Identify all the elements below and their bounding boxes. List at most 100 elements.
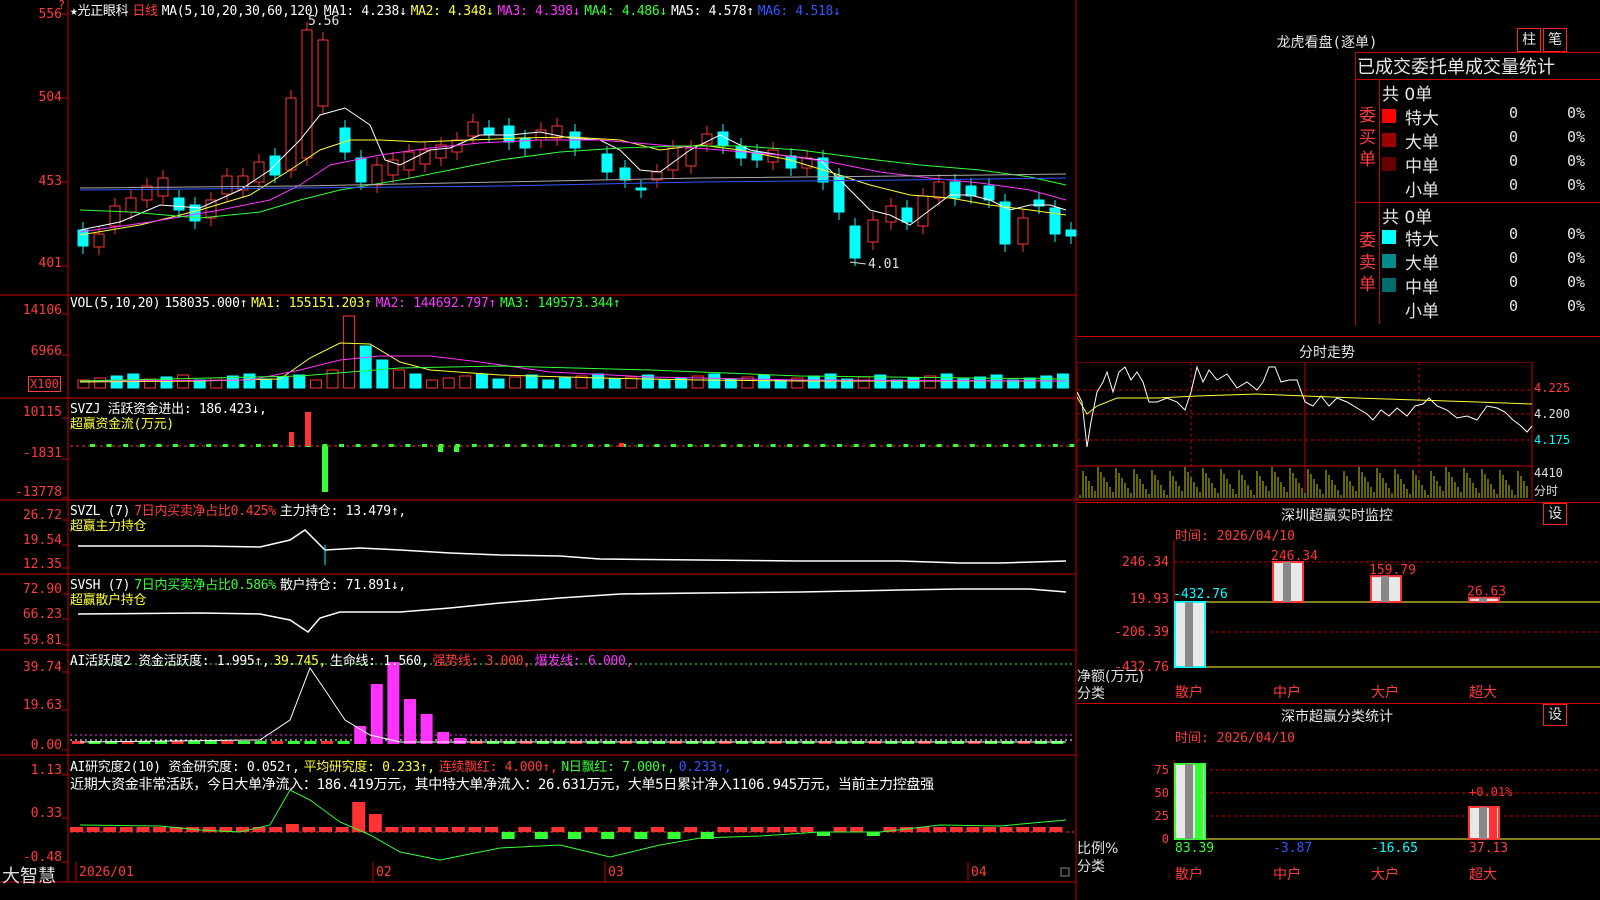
activity-bar <box>238 741 250 744</box>
candle-body <box>619 167 631 181</box>
stock-name[interactable]: ★光正眼科 <box>70 4 129 19</box>
order-count: 0 <box>1509 225 1519 243</box>
flow-dash <box>588 444 593 447</box>
ratio-value: -16.65 <box>1371 841 1418 856</box>
y-label: 453 <box>38 174 62 189</box>
intraday-chart[interactable] <box>1077 362 1600 502</box>
research-note-text: 近期大资金非常活跃，今日大单净流入：186.419万元，其中特大单净流入：26.… <box>70 777 934 793</box>
cls-y-label: 0 <box>1161 832 1169 846</box>
candlesticks <box>77 22 1077 266</box>
intraday-y-label: 4.225 <box>1534 381 1571 395</box>
research-bar <box>1016 827 1030 832</box>
order-count: 0 <box>1509 176 1519 194</box>
flow-dash <box>156 444 162 447</box>
ai-active-label: AI活跃度2 资金活跃度: 1.995↑, <box>70 654 270 669</box>
research-bar <box>866 832 880 836</box>
order-color-swatch <box>1382 181 1396 195</box>
volume-bar <box>1023 377 1036 389</box>
candle-body <box>141 185 153 201</box>
lock-icon[interactable] <box>1060 867 1070 877</box>
order-size-label: 小单 <box>1405 181 1439 201</box>
activity-bar <box>221 741 234 744</box>
category-label: 中户 <box>1273 867 1301 883</box>
research-bar <box>601 832 615 839</box>
sz-monitor-settings-button[interactable]: 设 <box>1543 503 1567 525</box>
activity-bar <box>271 741 284 744</box>
order-color-swatch <box>1382 302 1396 316</box>
svzl-value: 主力持仓: 13.479↑, <box>279 504 406 519</box>
volume-bar <box>592 373 605 389</box>
ma-spec: MA(5,10,20,30,60,120) <box>161 4 320 19</box>
research-bar <box>153 827 166 832</box>
candle-body <box>849 225 861 259</box>
candle-body <box>519 137 531 149</box>
flow-dash <box>1036 444 1042 447</box>
flow-dash <box>720 444 726 447</box>
research-bar <box>285 824 299 832</box>
candle-body <box>833 175 845 213</box>
cls-axis-name: 比例% <box>1077 841 1119 857</box>
flow-dash <box>256 444 261 447</box>
flow-dash <box>355 444 361 447</box>
flow-dash <box>106 444 112 447</box>
activity-bar <box>304 741 317 744</box>
sz-class-settings-button[interactable]: 设 <box>1543 704 1567 726</box>
volume-bar <box>509 376 522 389</box>
ai-research-bars <box>70 802 1063 839</box>
order-percent: 0% <box>1567 249 1586 267</box>
candle-body <box>285 97 297 171</box>
buy-total: 共 0单 <box>1382 85 1433 105</box>
volume-bar <box>426 379 439 389</box>
pen-mode-button[interactable]: 笔 <box>1543 28 1567 52</box>
research-bar <box>418 827 432 832</box>
intraday-title: 分时走势 <box>1299 345 1355 361</box>
volume-bar <box>409 373 422 389</box>
candle-body <box>867 219 879 243</box>
candle-body <box>701 133 713 145</box>
research-bar <box>651 827 664 832</box>
flow-dash <box>90 444 95 447</box>
date-axis <box>75 862 969 882</box>
activity-bar <box>370 684 383 744</box>
candle-body <box>93 233 105 248</box>
trade-stat-title: 已成交委托单成交量统计 <box>1357 57 1555 78</box>
activity-bar <box>72 741 84 744</box>
volume-bar <box>758 374 771 389</box>
research-bar <box>783 827 797 832</box>
activity-bar <box>204 741 217 744</box>
vol-ma1-value: MA1: 155151.203↑ <box>251 296 372 311</box>
activity-bar <box>254 741 267 744</box>
svsh-ratio: 7日内买卖净占比0.586% <box>134 578 276 593</box>
research-bar <box>634 832 648 839</box>
volume-bar <box>309 379 322 389</box>
net-amount-value: 159.79 <box>1369 563 1416 578</box>
candle-body <box>125 197 137 213</box>
net-amount-value: 246.34 <box>1271 549 1318 564</box>
vol-unit-badge: X100 <box>28 376 61 392</box>
sell-side-label: 委卖单 <box>1359 231 1376 295</box>
volume-bar <box>343 315 356 389</box>
svzl-subheader: 超赢主力持仓 <box>70 515 150 534</box>
volume-bar <box>558 377 571 389</box>
research-bar <box>999 827 1013 832</box>
volume-bar <box>857 376 870 389</box>
flow-dash <box>538 444 544 447</box>
order-count: 0 <box>1509 273 1519 291</box>
bar-shade <box>1381 576 1389 602</box>
sz-monitor-title: 深圳超赢实时监控 <box>1281 508 1393 524</box>
research-bar <box>385 827 399 832</box>
intraday-volume <box>1079 467 1528 498</box>
research-bar <box>269 827 283 832</box>
svsh-line <box>77 588 1067 633</box>
net-amount-value: -432.76 <box>1173 587 1228 602</box>
volume-bar <box>658 379 671 389</box>
period-label[interactable]: 日线 <box>132 4 158 19</box>
category-label: 大户 <box>1371 685 1399 701</box>
volume-bar <box>708 373 721 389</box>
bar-shade <box>1185 764 1193 839</box>
ma1-value: MA1: 4.238↓ <box>323 4 407 19</box>
flow-bar <box>438 446 443 452</box>
volume-bar <box>210 377 223 389</box>
brand-logo: 大智慧 <box>2 866 56 887</box>
bar-mode-button[interactable]: 柱 <box>1517 28 1541 52</box>
